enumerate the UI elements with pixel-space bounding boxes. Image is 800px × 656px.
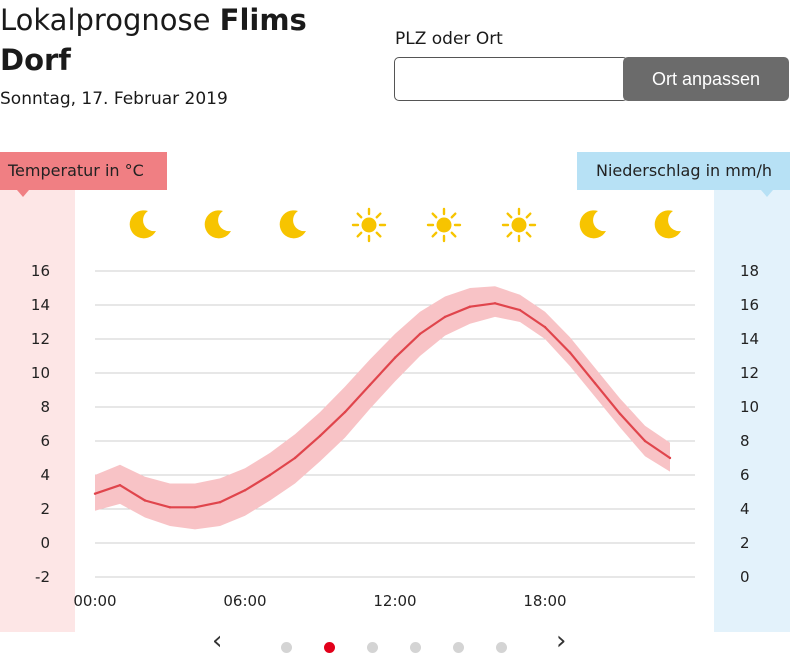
y-left-tick-label: -2 bbox=[35, 568, 50, 586]
temperature-point bbox=[118, 484, 122, 487]
y-left-tick-label: 4 bbox=[40, 466, 50, 484]
temperature-point bbox=[93, 492, 97, 495]
moon-icon bbox=[129, 210, 156, 239]
forecast-chart: 16 18 14 16 12 14 10 12 8 10 6 8 4 6 2 4 0 2 -2 0 00:00 06:00… bbox=[31, 207, 759, 610]
temperature-point bbox=[643, 439, 647, 443]
y-left-tick-label: 8 bbox=[40, 398, 50, 416]
sun-icon bbox=[501, 207, 537, 243]
pager-dot[interactable] bbox=[496, 642, 507, 653]
temperature-point bbox=[368, 383, 372, 387]
pager-dot[interactable] bbox=[410, 642, 421, 653]
temperature-point bbox=[493, 302, 497, 305]
y-right-tick-label: 4 bbox=[740, 500, 750, 518]
y-right-tick-label: 6 bbox=[740, 466, 750, 484]
temperature-point bbox=[268, 473, 272, 477]
x-tick-label: 12:00 bbox=[373, 592, 416, 610]
y-left-tick-label: 12 bbox=[31, 330, 50, 348]
pager-dot[interactable] bbox=[367, 642, 378, 653]
temperature-point bbox=[243, 489, 247, 492]
moon-icon bbox=[204, 210, 231, 239]
y-left-tick-label: 14 bbox=[31, 296, 50, 314]
sun-icon bbox=[426, 207, 462, 243]
temperature-point bbox=[418, 332, 422, 336]
pager-dot[interactable] bbox=[281, 642, 292, 653]
temperature-point bbox=[618, 412, 622, 415]
y-right-tick-label: 2 bbox=[740, 534, 750, 552]
temperature-point bbox=[318, 434, 322, 438]
temperature-point bbox=[568, 351, 572, 354]
y-left-tick-label: 2 bbox=[40, 500, 50, 518]
pager-dot[interactable] bbox=[324, 642, 335, 653]
x-tick-label: 00:00 bbox=[73, 592, 116, 610]
temperature-line bbox=[94, 302, 671, 509]
temperature-point bbox=[143, 499, 147, 502]
sun-icon bbox=[351, 207, 387, 243]
temperature-point bbox=[193, 506, 197, 509]
moon-icon bbox=[579, 210, 606, 239]
moon-icon bbox=[654, 210, 681, 239]
chart-pager: ‹ › bbox=[200, 626, 600, 656]
temperature-point bbox=[168, 506, 172, 509]
y-left-tick-label: 16 bbox=[31, 262, 50, 280]
x-tick-label: 18:00 bbox=[523, 592, 566, 610]
x-tick-label: 06:00 bbox=[223, 592, 266, 610]
temperature-range-band bbox=[95, 286, 670, 530]
temperature-point bbox=[668, 456, 672, 460]
y-right-tick-label: 12 bbox=[740, 364, 759, 382]
y-left-tick-label: 10 bbox=[31, 364, 50, 382]
temperature-point bbox=[443, 315, 447, 319]
temperature-point bbox=[343, 410, 347, 414]
temperature-point bbox=[293, 456, 297, 460]
y-right-tick-label: 8 bbox=[740, 432, 750, 450]
y-right-tick-label: 0 bbox=[740, 568, 750, 586]
y-right-tick-label: 14 bbox=[740, 330, 759, 348]
moon-icon bbox=[279, 210, 306, 239]
temperature-point bbox=[518, 308, 522, 312]
temperature-point bbox=[218, 501, 222, 504]
temperature-point bbox=[468, 305, 472, 308]
temperature-point bbox=[543, 325, 547, 329]
temperature-point bbox=[393, 356, 397, 359]
y-left-tick-label: 6 bbox=[40, 432, 50, 450]
y-right-tick-label: 16 bbox=[740, 296, 759, 314]
y-right-tick-label: 10 bbox=[740, 398, 759, 416]
pager-dot[interactable] bbox=[453, 642, 464, 653]
y-left-tick-label: 0 bbox=[40, 534, 50, 552]
temperature-point bbox=[593, 382, 597, 385]
y-right-tick-label: 18 bbox=[740, 262, 759, 280]
